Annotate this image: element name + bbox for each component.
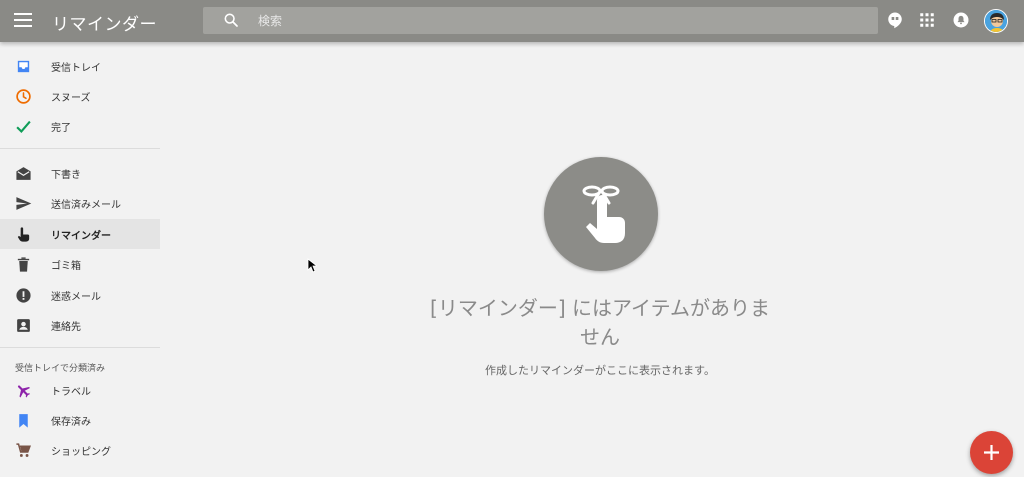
notifications-icon[interactable]	[952, 11, 970, 29]
menu-icon[interactable]	[14, 12, 32, 28]
sidebar-nav: 受信トレイ スヌーズ 完了 下書き 送信済みメール リマインダー ゴミ箱 迷惑メ…	[0, 50, 160, 477]
sidebar-item-label: リマインダー	[51, 231, 111, 242]
app-title: リマインダー	[52, 15, 157, 35]
drafts-icon	[16, 167, 31, 180]
mouse-cursor-icon	[307, 258, 317, 273]
sidebar-item-label: 保存済み	[51, 417, 91, 428]
send-icon	[16, 197, 32, 210]
clock-icon	[16, 89, 31, 104]
app-header: リマインダー	[0, 0, 1024, 42]
sidebar-item-label: 送信済みメール	[51, 200, 121, 211]
sidebar-item-spam[interactable]: 迷惑メール	[0, 280, 160, 310]
sidebar-item-label: 受信トレイ	[51, 63, 101, 74]
empty-state-subtitle: 作成したリマインダーがここに表示されます。	[485, 364, 715, 377]
sidebar-item-saved[interactable]: 保存済み	[0, 405, 160, 435]
sidebar-item-label: トラベル	[51, 387, 91, 398]
sidebar-item-sent[interactable]: 送信済みメール	[0, 188, 160, 218]
sidebar-item-label: ショッピング	[51, 447, 111, 458]
sidebar-item-snoozed[interactable]: スヌーズ	[0, 81, 160, 111]
apps-grid-icon[interactable]	[918, 11, 936, 29]
search-icon[interactable]	[223, 12, 239, 28]
sidebar-item-label: ゴミ箱	[51, 261, 81, 272]
plus-icon	[984, 445, 999, 460]
trash-icon	[17, 257, 30, 272]
bundled-section-label: 受信トレイで分類済み	[15, 364, 106, 374]
hangouts-icon[interactable]	[886, 11, 904, 29]
search-bar[interactable]	[203, 7, 878, 34]
empty-state-title: [リマインダー] にはアイテムがありません	[430, 296, 770, 349]
sidebar-item-label: 完了	[51, 123, 71, 134]
reminder-hand-icon	[17, 227, 30, 242]
sidebar-divider	[0, 148, 160, 149]
sidebar-item-travel[interactable]: トラベル	[0, 375, 160, 405]
sidebar-item-label: 下書き	[51, 170, 81, 181]
sidebar-item-contacts[interactable]: 連絡先	[0, 310, 160, 340]
sidebar-item-trash[interactable]: ゴミ箱	[0, 249, 160, 279]
contacts-icon	[17, 319, 30, 332]
sidebar-item-inbox[interactable]: 受信トレイ	[0, 51, 160, 81]
search-input[interactable]	[258, 10, 858, 31]
airplane-icon	[17, 385, 31, 398]
inbox-icon	[17, 60, 30, 73]
spam-icon	[16, 288, 31, 303]
check-icon	[16, 120, 31, 134]
avatar[interactable]	[984, 9, 1008, 33]
empty-state-icon-circle	[544, 157, 658, 271]
bookmark-icon	[19, 414, 28, 428]
reminder-hand-icon	[582, 185, 625, 243]
sidebar-item-done[interactable]: 完了	[0, 111, 160, 141]
sidebar-item-label: 連絡先	[51, 322, 81, 333]
cart-icon	[16, 443, 31, 457]
compose-fab-button[interactable]	[970, 431, 1013, 474]
sidebar-item-label: スヌーズ	[51, 93, 91, 104]
sidebar-divider	[0, 347, 160, 348]
sidebar-item-reminders[interactable]: リマインダー	[0, 219, 160, 249]
sidebar-item-shopping[interactable]: ショッピング	[0, 435, 160, 465]
sidebar-item-drafts[interactable]: 下書き	[0, 158, 160, 188]
sidebar-item-label: 迷惑メール	[51, 292, 101, 303]
